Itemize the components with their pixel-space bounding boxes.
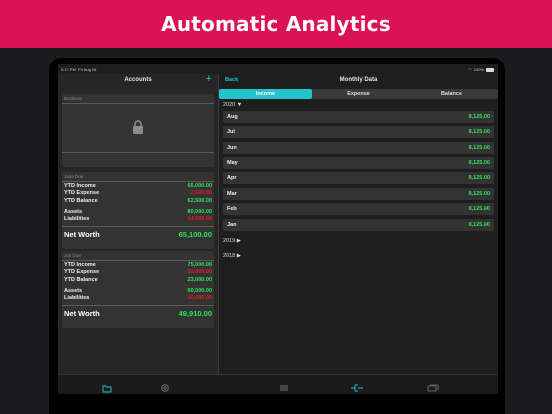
- flow-icon[interactable]: [350, 380, 363, 392]
- card-divider: [62, 181, 214, 182]
- battery-icon: [486, 67, 494, 72]
- month-row-feb[interactable]: Feb 8,125.00: [223, 203, 494, 215]
- card-divider: [62, 226, 214, 227]
- wifi-icon: ◠: [468, 67, 472, 72]
- year-2018-header[interactable]: 2018 ▶: [223, 253, 241, 259]
- year-2019-header[interactable]: 2019 ▶: [223, 238, 241, 244]
- account-card-business[interactable]: Business: [62, 94, 214, 167]
- row-ytd-expense: YTD Expense 52,000.00: [64, 269, 212, 275]
- banner: Automatic Analytics: [0, 0, 552, 48]
- account-card-jane[interactable]: Jane Doe YTD Income 65,000.00 YTD Expense…: [62, 172, 214, 249]
- row-assets: Assets 80,000.00: [64, 209, 212, 215]
- segment-balance[interactable]: Balance: [405, 89, 498, 99]
- accounts-nav: Accounts +: [58, 73, 218, 90]
- row-assets: Assets 60,000.00: [64, 288, 212, 294]
- account-name: Business: [64, 96, 83, 101]
- row-liabilities: Liabilities 14,900.00: [64, 216, 212, 222]
- banner-title: Automatic Analytics: [161, 12, 391, 36]
- month-row-aug[interactable]: Aug 8,125.00: [223, 111, 494, 123]
- account-name: Jane Doe: [64, 174, 84, 179]
- cards-icon[interactable]: [427, 380, 439, 392]
- row-ytd-income: YTD Income 75,000.00: [64, 262, 212, 268]
- accounts-pane: Accounts + Business Jane Doe YTD Income 6…: [58, 73, 218, 374]
- segment-control: Income Expense Balance: [219, 89, 498, 99]
- status-time: 5:17 PM Fri Aug 28: [61, 67, 97, 72]
- month-row-mar[interactable]: Mar 8,125.00: [223, 188, 494, 200]
- month-row-jan[interactable]: Jan 8,125.00: [223, 219, 494, 231]
- row-ytd-expense: YTD Expense 2,500.00: [64, 190, 212, 196]
- monthly-data-title: Monthly Data: [339, 77, 378, 83]
- segment-income[interactable]: Income: [219, 89, 312, 99]
- account-name: Jon Doe: [64, 253, 81, 258]
- monthly-data-pane: Back Monthly Data Income Expense Balance…: [219, 74, 498, 374]
- card-divider: [62, 305, 214, 306]
- app-screen: 5:17 PM Fri Aug 28 ◠ 100% Accounts + Bus…: [58, 64, 498, 394]
- month-row-apr[interactable]: Apr 8,125.00: [223, 172, 494, 184]
- folder-icon[interactable]: [102, 380, 112, 393]
- month-row-jul[interactable]: Jul 8,125.00: [223, 126, 494, 138]
- add-account-button[interactable]: +: [206, 73, 212, 85]
- account-card-jon[interactable]: Jon Doe YTD Income 75,000.00 YTD Expense 5…: [62, 251, 214, 328]
- month-row-may[interactable]: May 8,125.00: [223, 157, 494, 169]
- tab-bar: [58, 374, 498, 394]
- battery-label: 100%: [473, 67, 484, 72]
- gear-icon[interactable]: [160, 380, 170, 392]
- row-ytd-balance: YTD Balance 23,000.00: [64, 277, 212, 283]
- month-row-jun[interactable]: Jun 8,125.00: [223, 142, 494, 154]
- row-ytd-income: YTD Income 65,000.00: [64, 183, 212, 189]
- lock-icon: [132, 120, 144, 140]
- year-2020-header[interactable]: 2020 ▼: [223, 102, 242, 108]
- card-divider: [62, 260, 214, 261]
- status-right: ◠ 100%: [468, 67, 494, 72]
- status-bar: 5:17 PM Fri Aug 28 ◠ 100%: [58, 64, 498, 74]
- list-icon[interactable]: [279, 380, 289, 391]
- accounts-title: Accounts: [124, 77, 152, 83]
- card-divider: [62, 152, 214, 153]
- row-liabilities: Liabilities 10,090.00: [64, 295, 212, 301]
- row-ytd-balance: YTD Balance 62,500.00: [64, 198, 212, 204]
- card-divider: [62, 103, 214, 104]
- segment-expense[interactable]: Expense: [312, 89, 405, 99]
